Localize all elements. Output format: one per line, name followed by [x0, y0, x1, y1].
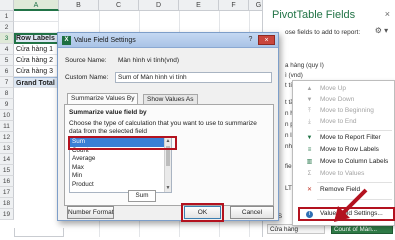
column-header-c[interactable]: C: [99, 0, 139, 11]
info-icon: i: [306, 211, 313, 218]
row-header-4[interactable]: 4: [0, 44, 14, 55]
menu-item-move-to-end[interactable]: ⤓ Move to End: [293, 117, 395, 128]
menu-item-move-to-report-filter[interactable]: ▼ Move to Report Filter: [293, 133, 395, 144]
row-header-19[interactable]: 19: [0, 209, 14, 220]
listbox-scrollbar[interactable]: ▲ ▼: [164, 138, 171, 192]
row-header-5[interactable]: 5: [0, 55, 14, 66]
function-option[interactable]: Count: [70, 147, 171, 156]
menu-item-move-to-values[interactable]: Σ Move to Values: [293, 169, 395, 180]
menu-item-move-up[interactable]: ▲ Move Up: [293, 84, 395, 95]
select-all-corner[interactable]: [0, 0, 14, 11]
column-header-b[interactable]: B: [59, 0, 99, 11]
function-option[interactable]: Product: [70, 181, 171, 190]
column-header-d[interactable]: D: [139, 0, 179, 11]
scroll-up-icon[interactable]: ▲: [165, 138, 171, 145]
section-description: Choose the type of calculation that you …: [69, 120, 257, 135]
close-button[interactable]: ×: [258, 35, 275, 45]
menu-separator: [317, 130, 392, 131]
row-header-9[interactable]: 9: [0, 99, 14, 110]
sheet-tab[interactable]: [14, 228, 64, 237]
sigma-icon: Σ: [307, 171, 312, 177]
cell-a2[interactable]: [14, 22, 59, 33]
row-header-2[interactable]: 2: [0, 22, 14, 33]
pane-title: PivotTable Fields: [272, 9, 356, 21]
menu-separator: [317, 182, 392, 183]
scroll-down-icon[interactable]: ▼: [165, 185, 171, 192]
field-context-menu: ▲ Move Up ▼ Move Down ⤒ Move to Beginning ⤓…: [292, 80, 395, 226]
menu-separator: [317, 199, 392, 200]
row-header-1[interactable]: 1: [0, 11, 14, 22]
row-header-7[interactable]: 7: [0, 77, 14, 88]
column-header-a[interactable]: A: [14, 0, 59, 11]
function-option[interactable]: Max: [70, 164, 171, 173]
row-header-17[interactable]: 17: [0, 187, 14, 198]
section-title: Summarize value field by: [69, 109, 147, 116]
gear-icon[interactable]: ⚙ ▾: [374, 26, 389, 36]
column-header-g[interactable]: G: [249, 0, 262, 11]
row-header-12[interactable]: 12: [0, 132, 14, 143]
excel-icon: X: [62, 35, 71, 45]
row-header-3[interactable]: 3: [0, 33, 14, 44]
tooltip: Sum: [128, 190, 156, 202]
ok-button[interactable]: OK: [184, 206, 221, 219]
row-header-10[interactable]: 10: [0, 110, 14, 121]
cancel-button[interactable]: Cancel: [230, 206, 274, 219]
pivot-row-item[interactable]: Cửa hàng 1: [14, 44, 59, 55]
menu-item-value-field-settings[interactable]: i Value Field Settings...: [293, 209, 395, 220]
arrow-to-top-icon: ⤒: [308, 108, 311, 114]
row-header-8[interactable]: 8: [0, 88, 14, 99]
custom-name-label: Custom Name:: [65, 74, 109, 81]
arrow-to-bottom-icon: ⤓: [308, 119, 311, 125]
columns-icon: ▥: [306, 159, 313, 165]
menu-item-move-to-beginning[interactable]: ⤒ Move to Beginning: [293, 106, 395, 117]
source-name-value: Màn hình vi tính(vnd): [118, 57, 180, 64]
arrow-up-icon: ▲: [306, 86, 313, 92]
pane-subtitle: ose fields to add to report:: [285, 29, 361, 36]
row-header-6[interactable]: 6: [0, 66, 14, 77]
menu-item-remove-field[interactable]: ✕ Remove Field: [293, 185, 395, 196]
function-option[interactable]: Average: [70, 155, 171, 164]
row-header-18[interactable]: 18: [0, 198, 14, 209]
close-icon[interactable]: ×: [385, 9, 390, 19]
pivot-row-labels-header[interactable]: Row Labels: [14, 33, 59, 44]
pivot-row-item[interactable]: Cửa hàng 2: [14, 55, 59, 66]
column-header-f[interactable]: F: [219, 0, 249, 11]
menu-item-move-down[interactable]: ▼ Move Down: [293, 95, 395, 106]
field-list-item[interactable]: ì (vnd): [285, 72, 303, 79]
column-header-e[interactable]: E: [179, 0, 219, 11]
rows-icon: ≡: [307, 147, 312, 153]
function-option[interactable]: Sum: [70, 138, 171, 147]
row-header-13[interactable]: 13: [0, 143, 14, 154]
function-option[interactable]: Min: [70, 172, 171, 181]
help-button[interactable]: ?: [245, 35, 256, 45]
value-field-settings-dialog: X Value Field Settings ? × Source Name: …: [57, 32, 279, 222]
scroll-thumb[interactable]: [166, 146, 170, 166]
filter-icon: ▼: [306, 135, 313, 141]
row-header-16[interactable]: 16: [0, 176, 14, 187]
arrow-down-icon: ▼: [306, 97, 313, 103]
cell-a1[interactable]: [14, 11, 59, 22]
menu-item-move-to-row-labels[interactable]: ≡ Move to Row Labels: [293, 145, 395, 156]
source-name-label: Source Name:: [65, 57, 107, 64]
number-format-button[interactable]: Number Format: [67, 206, 114, 219]
row-header-11[interactable]: 11: [0, 121, 14, 132]
row-header-14[interactable]: 14: [0, 154, 14, 165]
pivot-grand-total[interactable]: Grand Total: [14, 77, 59, 88]
row-header-15[interactable]: 15: [0, 165, 14, 176]
dialog-title: Value Field Settings: [74, 36, 136, 44]
field-list-item[interactable]: a hàng (quy I): [285, 62, 324, 69]
remove-icon: ✕: [306, 187, 313, 193]
pivot-row-item[interactable]: Cửa hàng 3: [14, 66, 59, 77]
custom-name-input[interactable]: Sum of Màn hình vi tính: [115, 72, 272, 83]
menu-item-move-to-column-labels[interactable]: ▥ Move to Column Labels: [293, 157, 395, 168]
function-listbox[interactable]: Sum Count Average Max Min Product ▲ ▼: [69, 137, 172, 193]
